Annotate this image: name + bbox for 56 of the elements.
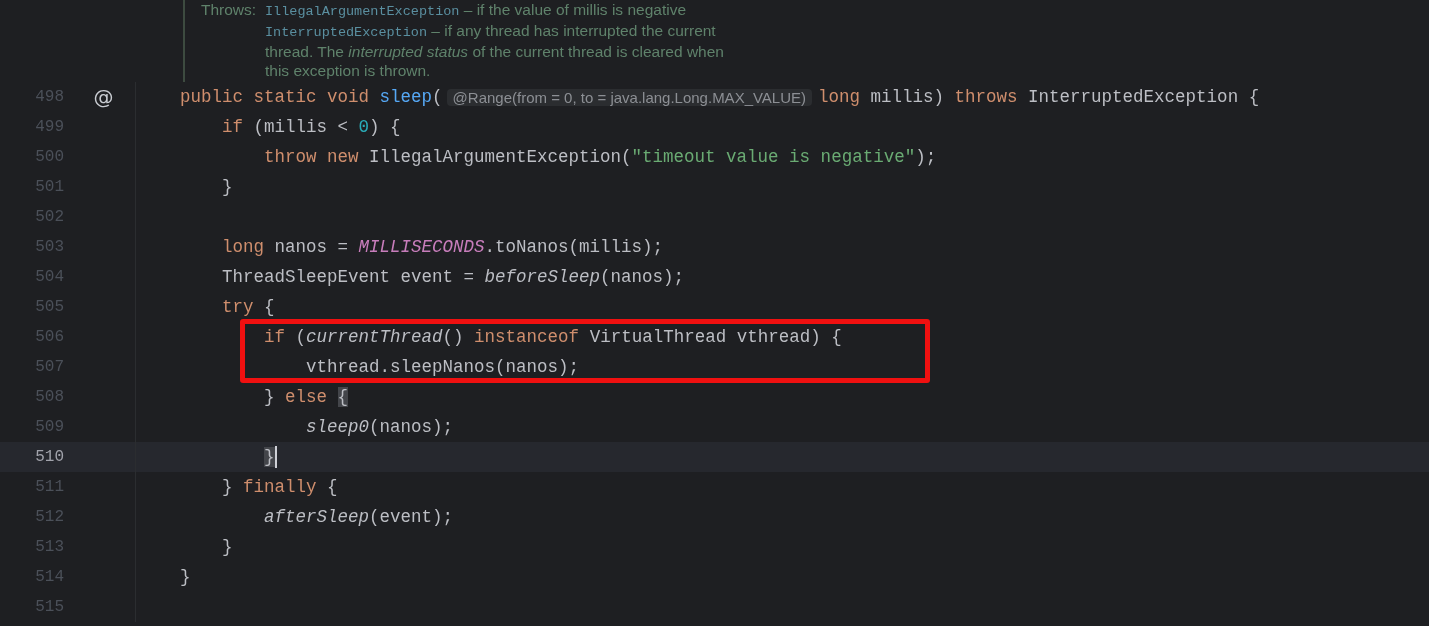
code-text: (event); <box>369 507 454 527</box>
code-text: ) { <box>369 117 401 137</box>
code-text: .toNanos(millis); <box>484 237 664 257</box>
keyword: else <box>285 387 329 407</box>
doc-label: Throws: <box>201 0 258 20</box>
code-text: ( <box>432 87 443 107</box>
keyword: public static void <box>179 87 371 107</box>
code-text: ); <box>915 147 937 167</box>
code-text: () <box>442 327 465 347</box>
keyword: instanceof <box>474 327 581 347</box>
method-call: currentThread <box>306 327 443 347</box>
code-text: ( <box>295 327 307 347</box>
method-call: afterSleep <box>263 507 370 527</box>
code-text: nanos = <box>274 237 350 257</box>
keyword: finally <box>243 477 318 497</box>
keyword: try <box>221 297 255 317</box>
code-text: { <box>264 297 275 317</box>
text-cursor <box>274 446 277 468</box>
code-text: } <box>179 567 191 587</box>
code-text: { <box>327 477 338 497</box>
code-text: ThreadSleepEvent event = <box>221 267 476 287</box>
code-text: } <box>263 387 276 407</box>
code-text: } <box>221 537 233 557</box>
keyword: throw new <box>263 147 360 167</box>
doc-code: IllegalArgumentException <box>265 4 460 19</box>
doc-text: – if the value of millis is negative <box>462 1 687 18</box>
keyword: long <box>818 87 862 107</box>
keyword: long <box>221 237 266 257</box>
code-text: vthread.sleepNanos(nanos); <box>305 357 580 377</box>
keyword: if <box>263 327 287 347</box>
keyword: if <box>221 117 245 137</box>
function-name: sleep <box>379 87 433 107</box>
code-text: millis) <box>870 87 946 107</box>
code-text: } <box>221 477 234 497</box>
doc-code: InterruptedException <box>265 25 428 40</box>
doc-text: thread. The interrupted status of the current thread is cleared when <box>265 43 724 60</box>
number-literal: 0 <box>358 117 370 137</box>
code-text: IllegalArgumentException( <box>369 147 632 167</box>
code-text: (millis < <box>253 117 350 137</box>
constant-name: MILLISECONDS <box>358 237 485 257</box>
line-number: 510 <box>34 448 64 466</box>
method-call: beforeSleep <box>484 267 601 287</box>
method-call: sleep0 <box>305 417 370 437</box>
doc-text: – if any thread has interrupted the current <box>430 22 716 39</box>
code-text: VirtualThread vthread) { <box>589 327 842 347</box>
matched-brace: } <box>264 447 275 467</box>
keyword: throws <box>954 87 1019 107</box>
matched-brace: { <box>337 387 349 407</box>
code-text: InterruptedException { <box>1028 87 1260 107</box>
doc-text: this exception is thrown. <box>265 62 431 79</box>
parameter-hint: @Range(from = 0, to = java.lang.Long.MAX_VALUE) <box>446 88 813 106</box>
code-text: (nanos); <box>369 417 454 437</box>
code-text: (nanos); <box>600 267 685 287</box>
string-literal: "timeout value is negative" <box>631 147 916 167</box>
gutter-marker[interactable]: @ <box>93 85 114 109</box>
code-text: } <box>221 177 233 197</box>
